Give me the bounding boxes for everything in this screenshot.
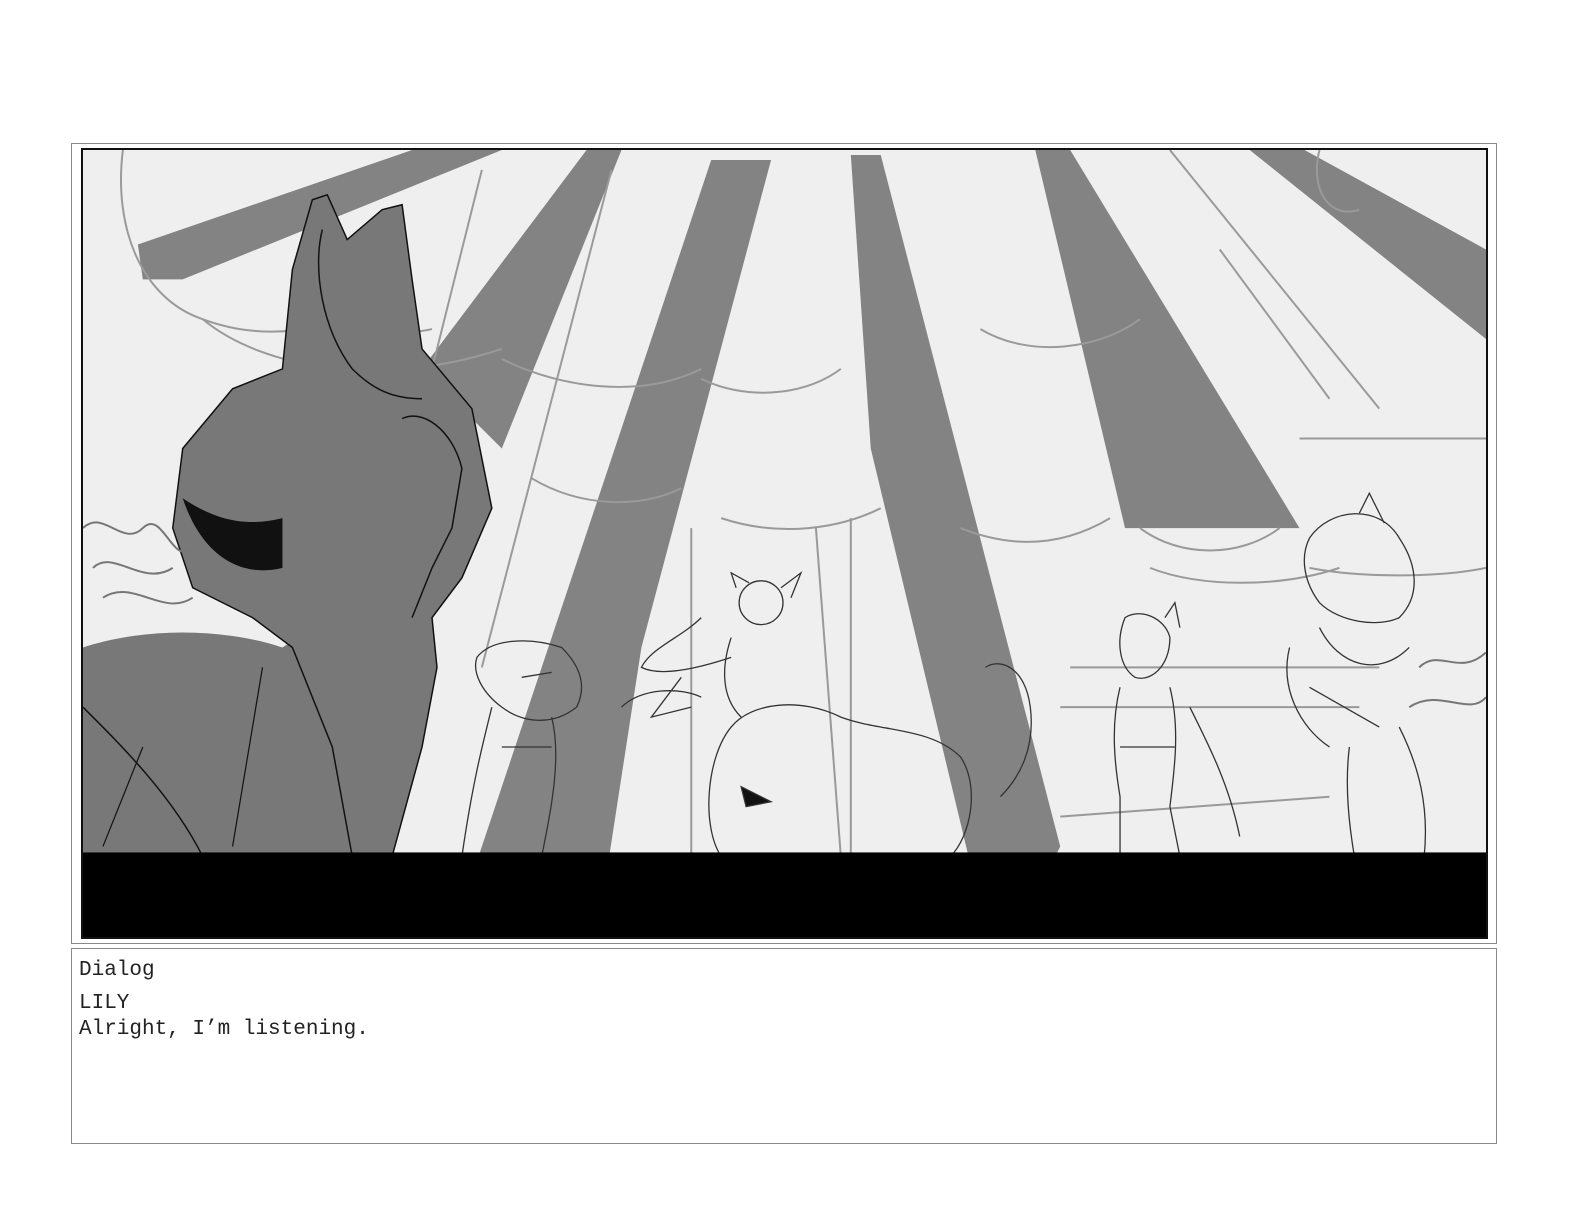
- storyboard-sketch: [83, 150, 1486, 937]
- dialog-box: Dialog LILY Alright, I’m listening.: [71, 948, 1497, 1144]
- dialog-speaker: LILY: [79, 992, 130, 1015]
- letterbox-bar: [83, 852, 1486, 937]
- dialog-line: Alright, I’m listening.: [79, 1018, 369, 1041]
- storyboard-panel-image: [81, 148, 1488, 939]
- dialog-heading: Dialog: [79, 959, 155, 982]
